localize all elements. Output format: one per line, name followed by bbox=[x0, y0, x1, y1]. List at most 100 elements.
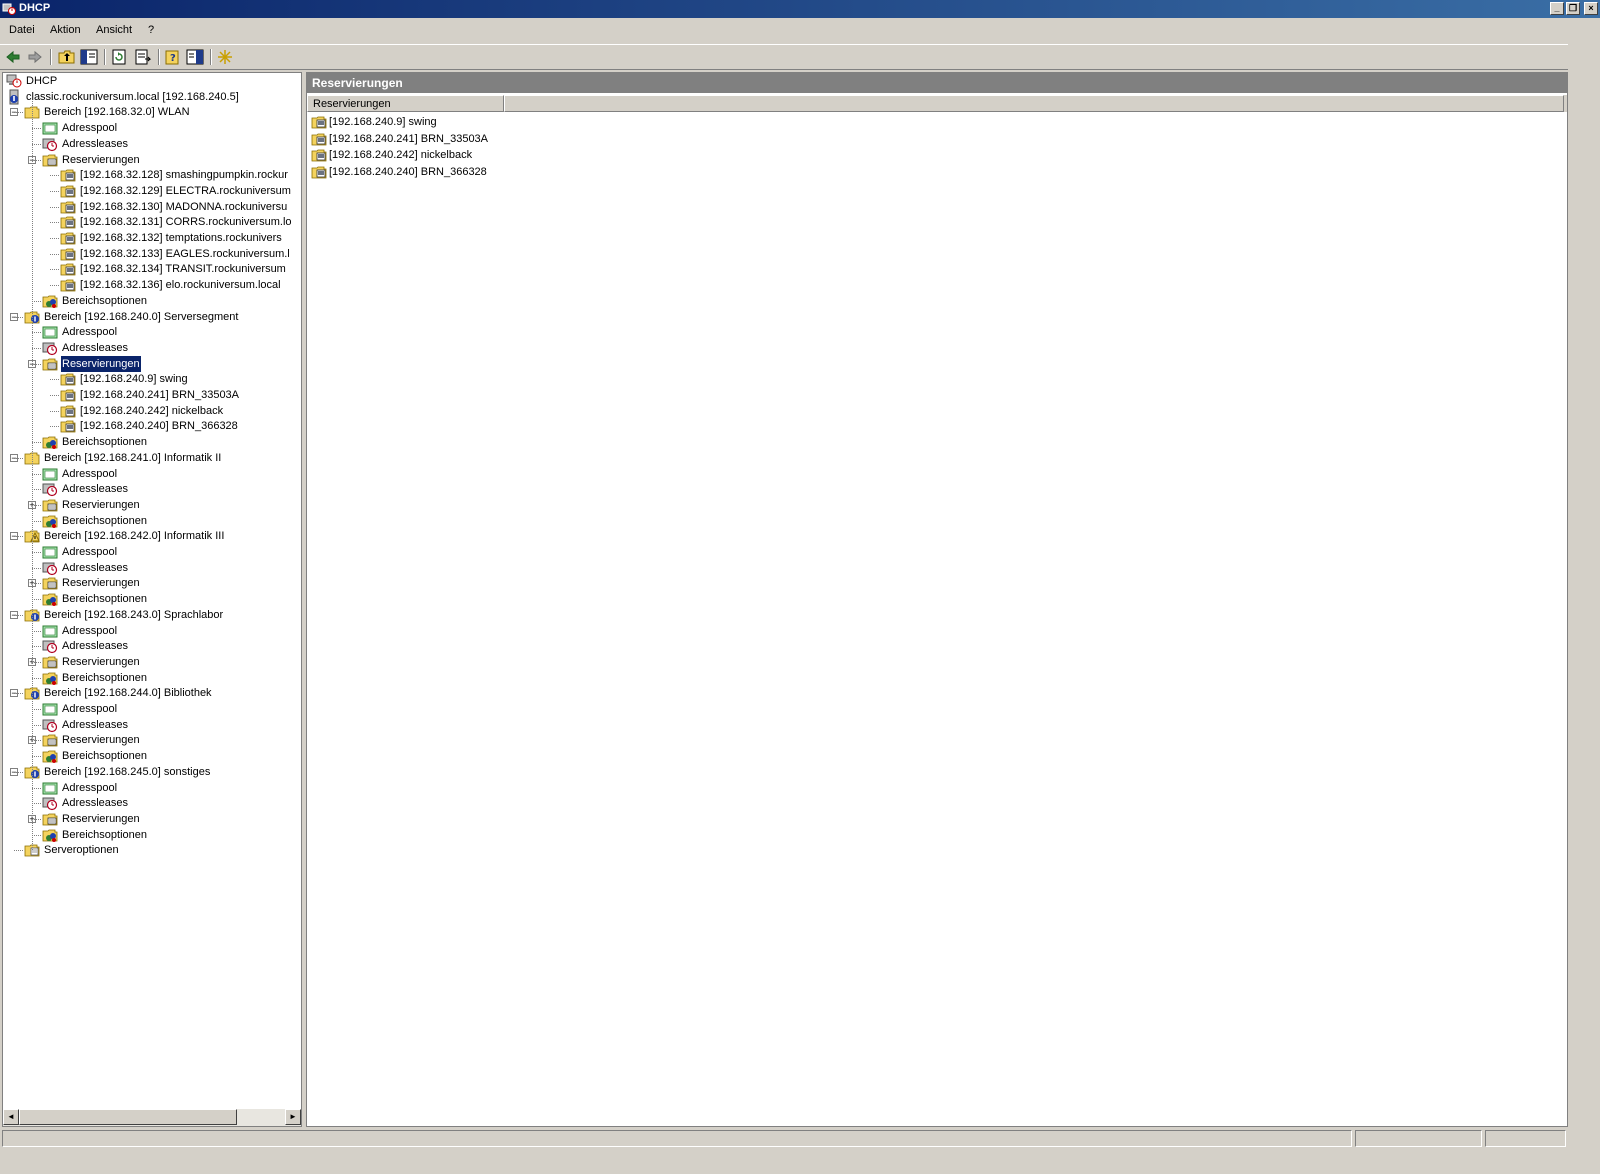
reservations-folder-icon bbox=[42, 499, 58, 512]
reservations-folder-icon bbox=[42, 358, 58, 371]
tree-node-scope-label: Bereich [192.168.240.0] Serversegment bbox=[44, 311, 239, 323]
tree-connector bbox=[50, 379, 59, 380]
forward-icon[interactable] bbox=[26, 48, 44, 66]
refresh-icon[interactable] bbox=[110, 48, 128, 66]
details-pane-title: Reservierungen bbox=[307, 73, 1567, 93]
scroll-thumb[interactable] bbox=[19, 1109, 237, 1125]
tree-node-bereichsoptionen-label: Bereichsoptionen bbox=[62, 515, 148, 527]
scope-options-icon bbox=[42, 593, 58, 606]
tree-connector bbox=[32, 803, 41, 804]
toolbar-separator bbox=[210, 49, 212, 65]
menu-bar: Datei Aktion Ansicht ? bbox=[0, 20, 1600, 42]
address-lease-icon bbox=[42, 719, 58, 733]
tree-connector bbox=[50, 207, 59, 208]
reservation-icon bbox=[60, 263, 76, 276]
tree-pane[interactable]: DHCP classic.rockuniversum.local [192.168… bbox=[2, 72, 302, 1127]
tree-node-bereichsoptionen-label: Bereichsoptionen bbox=[62, 593, 148, 605]
menu-datei[interactable]: Datei bbox=[9, 24, 35, 36]
tree-connector bbox=[32, 709, 41, 710]
tree-node-reservierungen-label: Reservierungen bbox=[62, 656, 140, 668]
tree-connector bbox=[32, 819, 41, 820]
tree-connector bbox=[32, 740, 41, 741]
tree-connector bbox=[32, 128, 41, 129]
tree-node-dhcp-label: DHCP bbox=[26, 75, 58, 87]
export-list-icon[interactable] bbox=[134, 48, 152, 66]
minimize-button[interactable]: _ bbox=[1550, 2, 1564, 15]
tree-node-reservation-label: [192.168.32.134] TRANSIT.rockuniversum bbox=[80, 263, 286, 275]
tree-connector bbox=[32, 835, 41, 836]
tree-node-scope-label: Bereich [192.168.245.0] sonstiges bbox=[44, 766, 211, 778]
tree-connector bbox=[14, 536, 23, 537]
tree-node-adressleases-label: Adressleases bbox=[62, 138, 129, 150]
menu-aktion[interactable]: Aktion bbox=[50, 24, 81, 36]
close-button[interactable]: × bbox=[1584, 2, 1598, 15]
tree-connector bbox=[32, 631, 41, 632]
scope-options-icon bbox=[42, 436, 58, 449]
show-hide-tree-icon[interactable] bbox=[80, 48, 98, 66]
tree-guide-line bbox=[32, 101, 33, 850]
svg-text:?: ? bbox=[170, 53, 176, 64]
address-pool-icon bbox=[42, 546, 58, 559]
scroll-left-icon[interactable]: ◄ bbox=[3, 1109, 19, 1125]
address-lease-icon bbox=[42, 138, 58, 152]
tree-connector bbox=[32, 474, 41, 475]
tree-connector bbox=[50, 254, 59, 255]
tree-connector bbox=[32, 568, 41, 569]
window-edge bbox=[1568, 44, 1600, 1174]
tree-node-reservation-label: [192.168.240.9] swing bbox=[80, 373, 188, 385]
tree-node-reservierungen-label: Reservierungen bbox=[62, 734, 140, 746]
address-pool-icon bbox=[42, 326, 58, 339]
scroll-right-icon[interactable]: ► bbox=[285, 1109, 301, 1125]
address-lease-icon bbox=[42, 342, 58, 356]
tree-connector bbox=[14, 772, 23, 773]
address-lease-icon bbox=[42, 797, 58, 811]
tree-node-reservation-label: [192.168.240.241] BRN_33503A bbox=[80, 389, 240, 401]
back-icon[interactable] bbox=[4, 48, 22, 66]
menu-help[interactable]: ? bbox=[148, 24, 154, 36]
horizontal-scrollbar[interactable]: ◄ ► bbox=[3, 1109, 301, 1126]
tree-node-adresspool-label: Adresspool bbox=[62, 546, 118, 558]
tree-node-scope-label: Bereich [192.168.32.0] WLAN bbox=[44, 106, 190, 118]
scope-options-icon bbox=[42, 672, 58, 685]
tree-connector bbox=[14, 850, 23, 851]
reservation-icon bbox=[60, 420, 76, 433]
tree-node-reservation-label: [192.168.32.130] MADONNA.rockuniversu bbox=[80, 201, 288, 213]
title-bar: DHCP _ ❐ × bbox=[0, 0, 1600, 18]
tree-node-serveroptionen-label: Serveroptionen bbox=[44, 844, 119, 856]
status-panel-3 bbox=[1485, 1130, 1566, 1147]
tree-node-adresspool-label: Adresspool bbox=[62, 122, 118, 134]
tree-connector bbox=[14, 693, 23, 694]
address-lease-icon bbox=[42, 483, 58, 497]
list-item-label: [192.168.240.9] swing bbox=[329, 116, 437, 128]
menu-ansicht[interactable]: Ansicht bbox=[96, 24, 132, 36]
tree-node-scope-label: Bereich [192.168.241.0] Informatik II bbox=[44, 452, 222, 464]
reservation-icon bbox=[60, 216, 76, 229]
reservations-folder-icon bbox=[42, 154, 58, 167]
tree-node-bereichsoptionen-label: Bereichsoptionen bbox=[62, 436, 148, 448]
tree-node-scope-label: Bereich [192.168.243.0] Sprachlabor bbox=[44, 609, 224, 621]
tree-node-reservation-label: [192.168.32.131] CORRS.rockuniversum.lo bbox=[80, 216, 292, 228]
new-reservation-icon[interactable] bbox=[216, 48, 234, 66]
tree-node-scope-label: Bereich [192.168.242.0] Informatik III bbox=[44, 530, 225, 542]
tree-node-adressleases-label: Adressleases bbox=[62, 483, 129, 495]
up-folder-icon[interactable] bbox=[58, 48, 76, 66]
restore-button[interactable]: ❐ bbox=[1566, 2, 1580, 15]
address-pool-icon bbox=[42, 703, 58, 716]
tree-node-adresspool-label: Adresspool bbox=[62, 326, 118, 338]
address-pool-icon bbox=[42, 468, 58, 481]
show-hide-action-pane-icon[interactable] bbox=[186, 48, 204, 66]
list-item-label: [192.168.240.241] BRN_33503A bbox=[329, 132, 489, 145]
tree-connector bbox=[50, 191, 59, 192]
reservation-icon bbox=[60, 185, 76, 198]
reservation-icon bbox=[311, 116, 327, 129]
scope-options-icon bbox=[42, 829, 58, 842]
tree-node-reservation-label: [192.168.240.242] nickelback bbox=[80, 405, 224, 417]
reservation-icon bbox=[311, 166, 327, 179]
address-pool-icon bbox=[42, 122, 58, 135]
help-icon[interactable]: ? bbox=[164, 48, 182, 66]
tree-node-reservation-label: [192.168.240.240] BRN_366328 bbox=[80, 420, 238, 432]
column-header-empty[interactable] bbox=[504, 95, 1564, 112]
tree-node-bereichsoptionen-label: Bereichsoptionen bbox=[62, 672, 148, 684]
column-header-reservierungen[interactable]: Reservierungen bbox=[307, 95, 504, 112]
scope-options-icon bbox=[42, 295, 58, 308]
